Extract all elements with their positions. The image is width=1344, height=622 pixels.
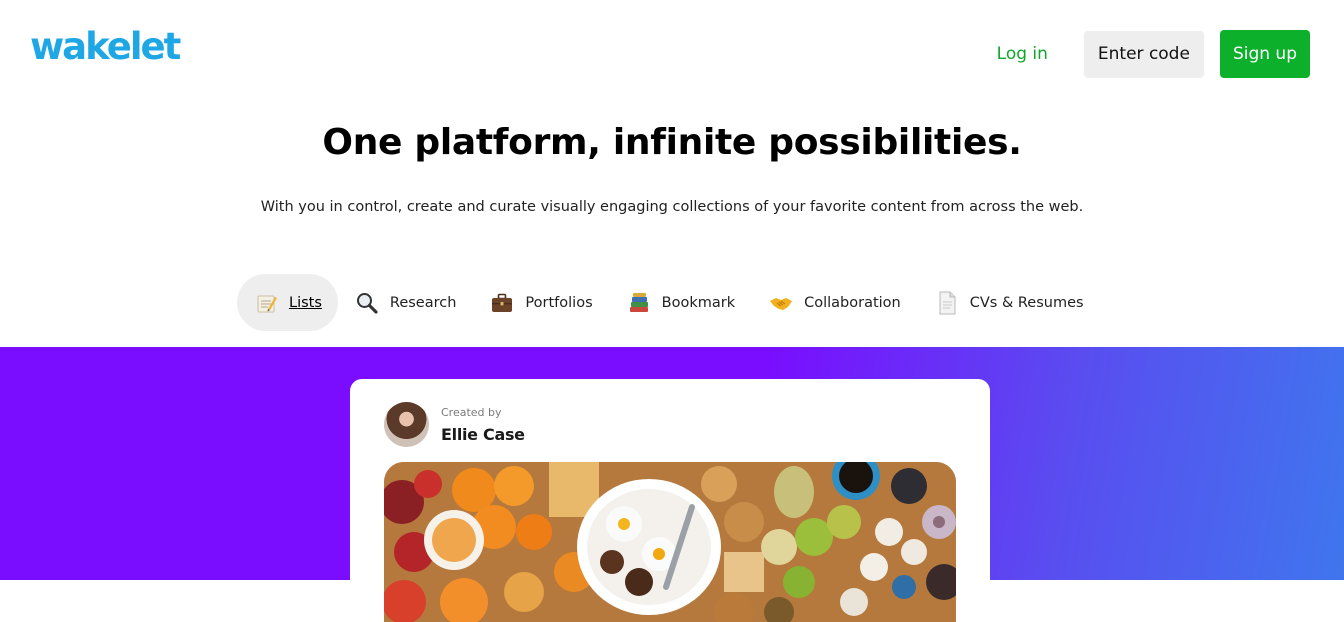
- creator-name: Ellie Case: [441, 425, 525, 444]
- site-header: wakelet Log in Enter code Sign up: [0, 0, 1344, 100]
- tab-label: CVs & Resumes: [969, 294, 1084, 311]
- use-case-tabs: Lists Research Portfolios Bookmark Colla…: [237, 274, 1101, 331]
- hero-title: One platform, infinite possibilities.: [322, 122, 1022, 163]
- handshake-icon: [769, 291, 793, 315]
- login-button[interactable]: Log in: [977, 31, 1068, 78]
- collection-card[interactable]: Created by Ellie Case: [350, 379, 990, 622]
- wakelet-logo[interactable]: wakelet: [30, 28, 181, 65]
- books-icon: [627, 291, 651, 315]
- tab-portfolios[interactable]: Portfolios: [473, 274, 609, 331]
- memo-icon: [254, 291, 278, 315]
- briefcase-icon: [490, 291, 514, 315]
- collection-cover-image: [384, 462, 956, 622]
- tab-label: Portfolios: [525, 294, 593, 311]
- magnifier-icon: [355, 291, 379, 315]
- food-platter-image: [384, 462, 956, 622]
- header-actions: Log in Enter code Sign up: [977, 30, 1310, 78]
- enter-code-button[interactable]: Enter code: [1083, 30, 1204, 78]
- tab-collaboration[interactable]: Collaboration: [752, 274, 918, 331]
- created-by-label: Created by: [441, 406, 502, 419]
- tab-research[interactable]: Research: [338, 274, 474, 331]
- avatar: [384, 402, 429, 447]
- tab-label: Lists: [289, 294, 322, 311]
- hero-subtitle: With you in control, create and curate v…: [260, 199, 1084, 215]
- document-icon: [935, 291, 959, 315]
- tab-lists[interactable]: Lists: [237, 274, 338, 331]
- tab-label: Collaboration: [804, 294, 901, 311]
- tab-cvs-resumes[interactable]: CVs & Resumes: [918, 274, 1101, 331]
- tab-label: Bookmark: [661, 294, 736, 311]
- tab-label: Research: [389, 294, 457, 311]
- tab-bookmark[interactable]: Bookmark: [610, 274, 752, 331]
- signup-button[interactable]: Sign up: [1219, 30, 1310, 78]
